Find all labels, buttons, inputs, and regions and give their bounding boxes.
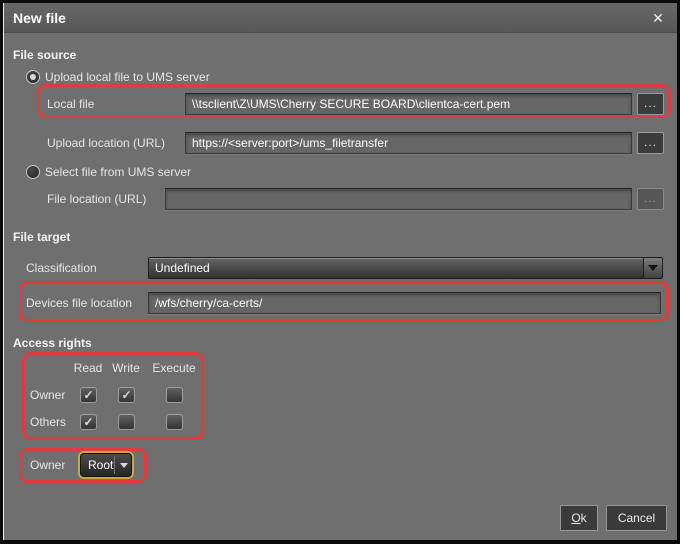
classification-value: Undefined: [155, 261, 210, 275]
owner-select-label: Owner: [30, 458, 66, 472]
checkbox-owner-read[interactable]: ✓: [80, 387, 97, 403]
file-source-section-label: File source: [13, 48, 77, 62]
new-file-dialog: New file ✕ File source Upload local file…: [0, 0, 680, 544]
classification-label: Classification: [26, 261, 97, 275]
local-file-input[interactable]: \\tsclient\Z\UMS\Cherry SECURE BOARD\cli…: [185, 93, 632, 115]
titlebar: New file ✕: [3, 3, 677, 33]
local-file-browse-button[interactable]: ...: [637, 93, 664, 115]
row-label-owner: Owner: [30, 388, 66, 402]
upload-location-label: Upload location (URL): [47, 136, 166, 150]
upload-local-file-radio[interactable]: [26, 70, 40, 84]
cancel-button[interactable]: Cancel: [606, 505, 667, 531]
ok-button-label: Ok: [571, 511, 587, 525]
dropdown-separator: [114, 456, 115, 474]
file-location-browse-button: ...: [637, 188, 664, 210]
file-location-label: File location (URL): [47, 192, 147, 206]
owner-dropdown-value: Root: [88, 458, 114, 472]
devices-file-location-label: Devices file location: [26, 296, 133, 310]
upload-location-browse-button[interactable]: ...: [637, 132, 664, 154]
dialog-title: New file: [13, 10, 66, 26]
classification-dropdown[interactable]: Undefined: [148, 257, 663, 279]
classification-dropdown-arrow-box[interactable]: [643, 258, 662, 278]
select-file-from-ums-radio-label: Select file from UMS server: [45, 165, 192, 179]
select-file-from-ums-radio[interactable]: [26, 165, 40, 179]
close-icon[interactable]: ✕: [649, 9, 667, 27]
column-header-execute: Execute: [152, 361, 196, 375]
checkbox-owner-execute[interactable]: ✓: [166, 387, 183, 403]
file-target-section-label: File target: [13, 230, 71, 244]
access-rights-section-label: Access rights: [13, 336, 92, 350]
chevron-down-icon: [648, 265, 658, 271]
cancel-button-label: Cancel: [617, 511, 656, 525]
owner-dropdown[interactable]: Root: [80, 453, 132, 477]
ok-button[interactable]: Ok: [560, 505, 598, 531]
row-label-others: Others: [30, 415, 67, 429]
devices-file-location-input[interactable]: /wfs/cherry/ca-certs/: [148, 292, 661, 314]
column-header-write: Write: [112, 361, 140, 375]
chevron-down-icon: [120, 463, 128, 468]
upload-local-file-radio-label: Upload local file to UMS server: [45, 70, 210, 84]
file-location-input[interactable]: [165, 188, 632, 210]
upload-location-input[interactable]: https://<server:port>/ums_filetransfer: [185, 132, 632, 154]
checkbox-others-execute[interactable]: ✓: [166, 414, 183, 430]
checkbox-owner-write[interactable]: ✓: [118, 387, 135, 403]
checkbox-others-write[interactable]: ✓: [118, 414, 135, 430]
checkbox-others-read[interactable]: ✓: [80, 414, 97, 430]
local-file-label: Local file: [47, 97, 95, 111]
